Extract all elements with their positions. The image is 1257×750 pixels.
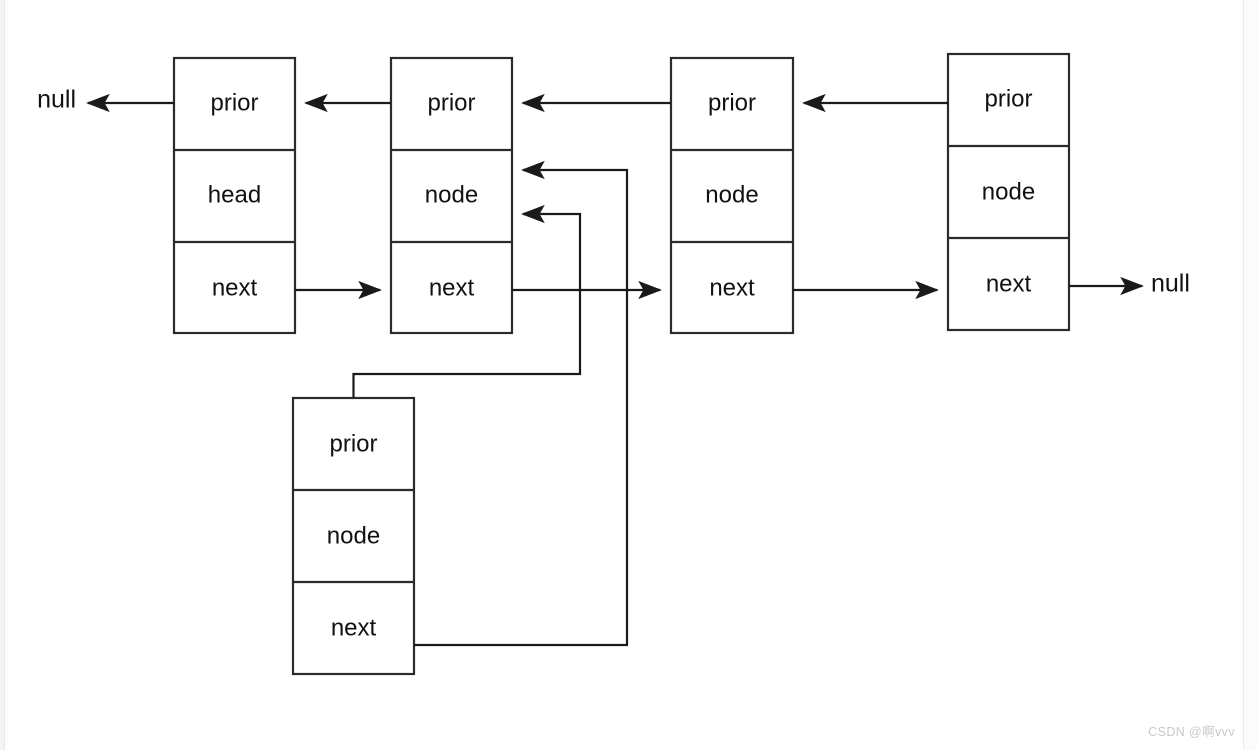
node-3[interactable]: prior node next xyxy=(669,56,795,335)
node-2-cell-value: node xyxy=(425,181,478,208)
node-2-cell-next: next xyxy=(429,274,475,301)
node-head[interactable]: prior head next xyxy=(172,56,297,335)
node-4-cell-prior: prior xyxy=(984,85,1032,112)
node-head-cell-prior: prior xyxy=(210,89,258,116)
node-3-cell-value: node xyxy=(705,181,758,208)
node-3-cell-prior: prior xyxy=(708,89,756,116)
node-new[interactable]: prior node next xyxy=(291,396,416,676)
diagram-canvas: prior head next prior node next prior no… xyxy=(0,0,1257,750)
null-label-right: null xyxy=(1151,270,1190,298)
node-head-cell-next: next xyxy=(212,274,258,301)
node-new-cell-next: next xyxy=(331,614,377,641)
node-2-cell-prior: prior xyxy=(427,89,475,116)
node-4-cell-next: next xyxy=(986,270,1032,297)
null-label-left: null xyxy=(37,86,76,114)
linked-list-diagram: prior head next prior node next prior no… xyxy=(37,52,1190,676)
node-4[interactable]: prior node next xyxy=(946,52,1071,332)
node-new-cell-value: node xyxy=(327,522,380,549)
node-new-cell-prior: prior xyxy=(329,430,377,457)
node-3-cell-next: next xyxy=(709,274,755,301)
node-head-cell-value: head xyxy=(208,181,261,208)
csdn-watermark: CSDN @啊vvv xyxy=(1148,725,1235,739)
node-4-cell-value: node xyxy=(982,178,1035,205)
node-2[interactable]: prior node next xyxy=(389,56,514,335)
